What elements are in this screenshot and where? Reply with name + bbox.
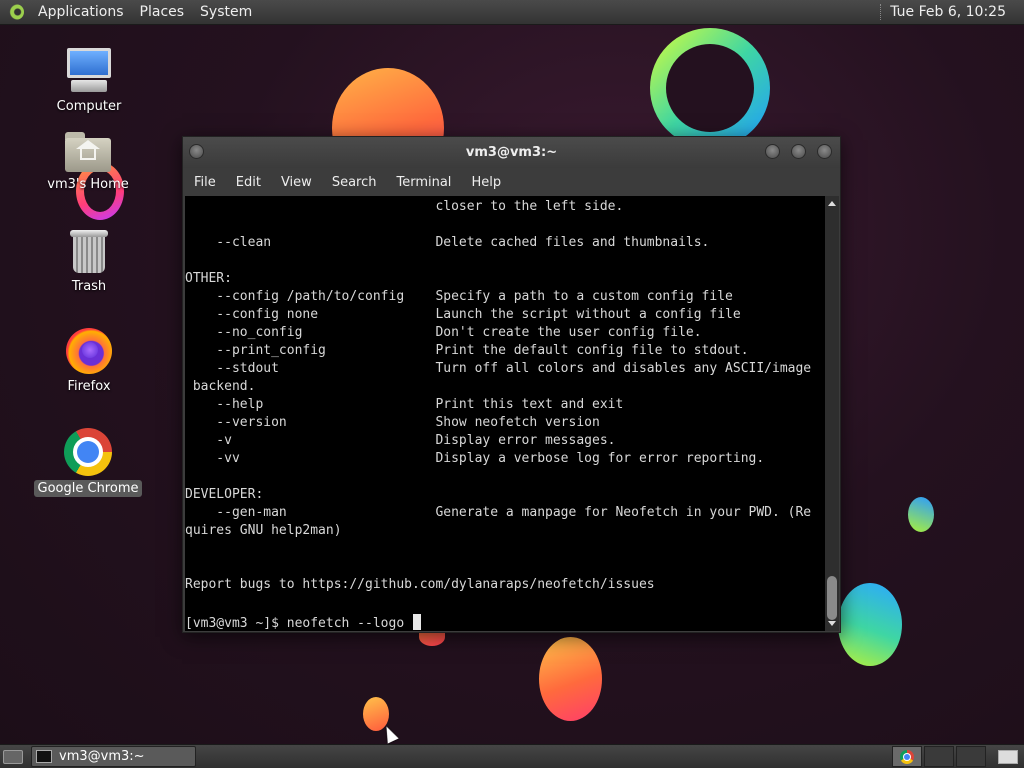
system-menu[interactable]: System [192,4,260,20]
terminal-line: DEVELOPER: [185,487,264,502]
terminal-line: --version Show neofetch version [185,415,600,430]
terminal-line: -v Display error messages. [185,433,616,448]
tray-chrome-launcher[interactable] [892,746,922,767]
terminal-line: --gen-man Generate a manpage for Neofetc… [185,505,812,520]
menu-terminal[interactable]: Terminal [386,175,461,190]
close-button[interactable] [817,144,832,159]
chrome-icon [900,749,914,764]
desktop-icon-label: Google Chrome [33,480,143,497]
show-desktop-icon[interactable] [3,749,23,764]
terminal-line: closer to the left side. [185,199,624,214]
window-title: vm3@vm3:~ [465,145,558,160]
top-panel: Applications Places System Tue Feb 6, 10… [0,0,1024,25]
scrollbar-thumb[interactable] [827,576,837,620]
terminal-line: --config none Launch the script without … [185,307,741,322]
terminal-line: --no_config Don't create the user config… [185,325,702,340]
desktop-icon-chrome[interactable]: Google Chrome [33,428,143,497]
terminal-line: --print_config Print the default config … [185,343,749,358]
clock[interactable]: Tue Feb 6, 10:25 [890,4,1006,20]
trash-icon [70,230,108,274]
terminal-text: closer to the left side. --clean Delete … [185,198,827,612]
desktop-icon-computer[interactable]: Computer [34,46,144,115]
terminal-line: -vv Display a verbose log for error repo… [185,451,765,466]
desktop-icon-label: vm3's Home [47,177,129,192]
desktop-icon-label: Firefox [67,379,111,394]
taskbar-item-label: vm3@vm3:~ [59,749,145,764]
terminal-line: --clean Delete cached files and thumbnai… [185,235,710,250]
taskbar-item-terminal[interactable]: vm3@vm3:~ [31,746,196,767]
terminal-line: --config /path/to/config Specify a path … [185,289,733,304]
places-menu[interactable]: Places [132,4,193,20]
terminal-line: quires GNU help2man) [185,523,342,538]
terminal-line: backend. [185,379,256,394]
desktop-icon-label: Computer [56,99,122,114]
workspace-switcher[interactable] [924,746,954,767]
wallpaper-shape [539,637,602,721]
menu-view[interactable]: View [271,175,322,190]
wallpaper-ring [650,28,770,148]
scroll-down-icon[interactable] [828,621,836,626]
scroll-up-icon[interactable] [828,201,836,206]
desktop-icon-trash[interactable]: Trash [34,230,144,295]
text-cursor [412,614,421,630]
chrome-icon [64,428,112,476]
terminal-prompt-line[interactable]: [vm3@vm3 ~]$ neofetch --logo [185,614,827,631]
terminal-window[interactable]: vm3@vm3:~ File Edit View Search Terminal… [182,136,841,633]
terminal-line: Report bugs to https://github.com/dylana… [185,577,655,592]
applications-menu[interactable]: Applications [30,4,132,20]
home-folder-icon [65,132,111,172]
window-titlebar[interactable]: vm3@vm3:~ [183,137,840,168]
desktop-icon-firefox[interactable]: Firefox [34,328,144,395]
minimize-button[interactable] [765,144,780,159]
wallpaper-shape [908,497,934,532]
terminal-prompt: [vm3@vm3 ~]$ neofetch --logo [185,616,412,631]
bottom-panel: vm3@vm3:~ [0,744,1024,768]
terminal-line: --help Print this text and exit [185,397,624,412]
wallpaper-shape [838,583,902,666]
mate-logo-icon [8,4,24,20]
workspace-switcher[interactable] [956,746,986,767]
maximize-button[interactable] [791,144,806,159]
terminal-icon [36,750,52,763]
menu-file[interactable]: File [183,175,226,190]
terminal-output[interactable]: closer to the left side. --clean Delete … [185,196,827,631]
terminal-menubar: File Edit View Search Terminal Help [183,168,840,196]
menu-search[interactable]: Search [322,175,387,190]
desktop-icon-home[interactable]: vm3's Home [33,128,143,193]
mouse-pointer-icon [381,723,399,744]
computer-icon [65,46,113,94]
terminal-line: OTHER: [185,271,232,286]
desktop-icon-label: Trash [71,279,107,294]
menu-edit[interactable]: Edit [226,175,271,190]
firefox-icon [66,328,112,374]
panel-separator [880,4,882,20]
terminal-scrollbar[interactable] [825,196,839,631]
terminal-line: --stdout Turn off all colors and disable… [185,361,812,376]
menu-help[interactable]: Help [461,175,511,190]
screen-icon[interactable] [998,749,1018,764]
